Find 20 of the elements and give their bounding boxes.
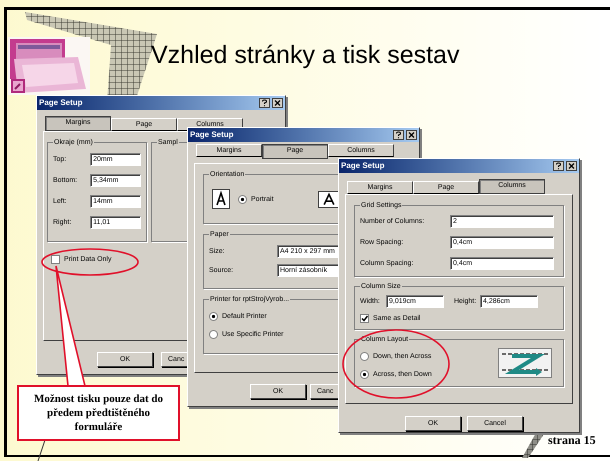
help-icon[interactable] (259, 98, 270, 108)
radio-button[interactable] (360, 352, 369, 360)
help-icon[interactable] (553, 161, 564, 171)
checkbox[interactable] (51, 255, 60, 264)
window-title: Page Setup (39, 98, 83, 108)
close-icon[interactable] (272, 98, 283, 108)
slide-title: Vzhled stránky a tisk sestav (151, 40, 460, 71)
radio-button[interactable] (209, 312, 218, 321)
radio-button[interactable] (238, 194, 247, 204)
layout-preview-icon (498, 348, 552, 378)
checkbox[interactable] (360, 314, 369, 323)
radio-button[interactable] (360, 370, 369, 378)
window-title: Page Setup (341, 161, 385, 171)
close-icon[interactable] (566, 161, 577, 171)
page-number: strana 15 (548, 433, 596, 447)
window-title: Page Setup (190, 130, 234, 140)
portrait-page-icon (212, 189, 230, 209)
help-icon[interactable] (393, 130, 404, 140)
close-icon[interactable] (406, 130, 417, 140)
radio-button[interactable] (209, 330, 218, 339)
